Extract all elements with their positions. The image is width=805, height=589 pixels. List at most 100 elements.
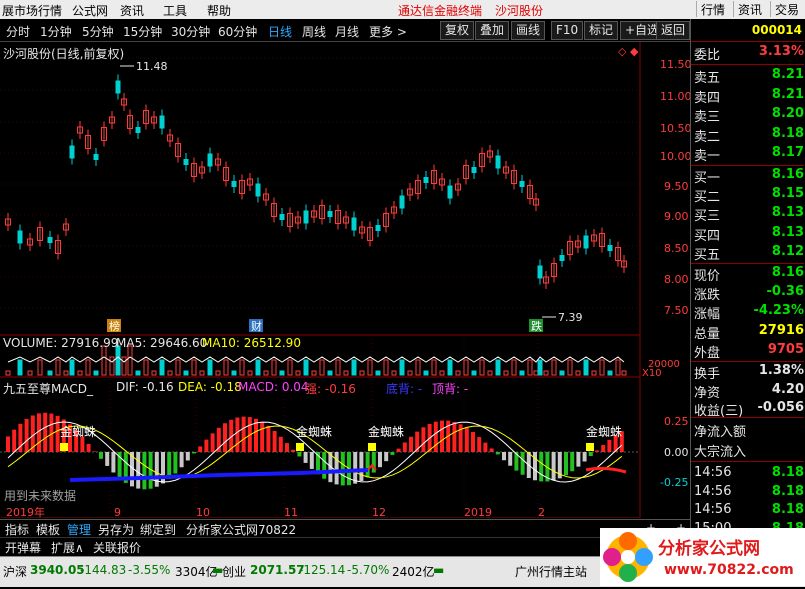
- quote-stat[interactable]: 涨幅 -4.23%: [691, 303, 804, 322]
- quote-stat-label: 换手: [694, 367, 721, 382]
- quote-stat-value: 8.16: [771, 265, 804, 280]
- macd-bar: [390, 452, 395, 455]
- mark-button[interactable]: 标记: [584, 21, 619, 40]
- menu-trade-button[interactable]: 交易: [770, 1, 803, 17]
- adjust-button[interactable]: 复权: [440, 21, 475, 40]
- volume-bar: [93, 370, 99, 376]
- sell-level[interactable]: 卖二 8.18: [691, 126, 804, 145]
- trade-tick[interactable]: 14:56 8.18: [691, 484, 804, 503]
- buy-level[interactable]: 买三 8.13: [691, 205, 804, 224]
- menu-quotes-button[interactable]: 行情: [696, 1, 729, 17]
- finance-badge-text: 财: [251, 319, 262, 333]
- menu-info-button[interactable]: 资讯: [733, 1, 766, 17]
- volume-bar: [271, 359, 277, 376]
- buy-level[interactable]: 买五 8.12: [691, 244, 804, 263]
- period-tab[interactable]: 5分钟: [82, 23, 114, 40]
- period-tab[interactable]: 60分钟: [218, 23, 257, 40]
- period-tab[interactable]: 月线: [335, 23, 359, 40]
- macd-bar: [86, 444, 91, 452]
- period-more-tab[interactable]: 更多 >: [369, 23, 407, 40]
- macd-bar: [43, 412, 48, 452]
- menu-tools[interactable]: 工具: [163, 2, 187, 19]
- period-tab[interactable]: 15分钟: [123, 23, 162, 40]
- tab-bind-to[interactable]: 绑定到: [140, 521, 176, 538]
- candle-down: [231, 181, 237, 187]
- macd-bar: [192, 452, 196, 454]
- volume-bar: [135, 370, 141, 376]
- kline-chart[interactable]: 11.48 7.39 榜 财 跌 11.50 11.00 10.50 10.00…: [0, 42, 690, 518]
- period-tab[interactable]: 分时: [6, 23, 30, 40]
- overlay-button[interactable]: 叠加: [475, 21, 510, 40]
- trade-tick[interactable]: 14:56 8.18: [691, 502, 804, 521]
- period-tab-active[interactable]: 日线: [268, 23, 292, 40]
- candle-down: [423, 177, 429, 183]
- macd-bar: [471, 432, 475, 452]
- quote-stat[interactable]: 换手 1.38%: [691, 363, 804, 382]
- watermark-logo: 分析家公式网 www.70822.com: [600, 528, 805, 586]
- trade-tick-label: 14:56: [694, 502, 732, 517]
- price-tick: 8.00: [664, 273, 689, 286]
- buy-level-label: 买五: [694, 247, 721, 263]
- period-tab[interactable]: 1分钟: [40, 23, 72, 40]
- buy-level[interactable]: 买二 8.15: [691, 186, 804, 205]
- tab-manage[interactable]: 管理: [67, 521, 91, 538]
- tab-template[interactable]: 模板: [36, 521, 60, 538]
- sell-level[interactable]: 卖三 8.20: [691, 106, 804, 125]
- sh-index-pct: -3.55%: [128, 563, 171, 577]
- tab-indicator[interactable]: 指标: [5, 521, 29, 538]
- date-tick: 9: [114, 506, 121, 518]
- period-tab[interactable]: 周线: [302, 23, 326, 40]
- macd-bar: [588, 452, 593, 457]
- menu-market[interactable]: 展市场行情: [2, 2, 62, 19]
- macd-bar: [92, 451, 97, 452]
- quote-stat[interactable]: 总量 27916: [691, 323, 804, 342]
- tab-formula-site[interactable]: 分析家公式网70822: [186, 521, 296, 538]
- diamond-icon[interactable]: ◇ ◆: [618, 45, 638, 58]
- price-tick: 10.50: [660, 122, 690, 135]
- candle-down: [207, 153, 213, 167]
- sell-level-value: 8.18: [771, 125, 804, 141]
- trade-tick-value: 8.18: [771, 502, 804, 517]
- candle-down: [183, 159, 189, 165]
- buy-level[interactable]: 买一 8.16: [691, 167, 804, 186]
- watermark-title: 分析家公式网: [658, 539, 760, 559]
- menu-formula-site[interactable]: 公式网: [72, 2, 108, 19]
- draw-line-button[interactable]: 画线: [511, 21, 546, 40]
- menu-news[interactable]: 资讯: [120, 2, 144, 19]
- signal-label: 金蜘蛛: [586, 424, 622, 439]
- broker-server[interactable]: 广州行情主站: [515, 563, 587, 580]
- volume-bar: [621, 370, 627, 376]
- period-tab[interactable]: 30分钟: [171, 23, 210, 40]
- buy-level[interactable]: 买四 8.13: [691, 225, 804, 244]
- menu-help[interactable]: 帮助: [207, 2, 231, 19]
- tab-save-as[interactable]: 另存为: [98, 521, 134, 538]
- macd-bar: [353, 452, 358, 484]
- macd-bar: [359, 452, 364, 481]
- macd-bar: [334, 452, 339, 485]
- tab-danmaku[interactable]: 开弹幕: [5, 539, 41, 556]
- tab-linked-quotes[interactable]: 关联报价: [93, 539, 141, 556]
- quote-stat[interactable]: 外盘 9705: [691, 342, 804, 361]
- f10-button[interactable]: F10: [551, 21, 584, 40]
- sell-level[interactable]: 卖五 8.21: [691, 67, 804, 86]
- cy-index-value: 2071.57: [250, 563, 305, 577]
- candle-down: [495, 155, 501, 169]
- sell-level[interactable]: 卖一 8.17: [691, 145, 804, 164]
- volume-bar: [207, 359, 213, 376]
- quote-stat[interactable]: 现价 8.16: [691, 265, 804, 284]
- sell-level[interactable]: 卖四 8.21: [691, 87, 804, 106]
- quote-stat[interactable]: 净资 4.20: [691, 382, 804, 401]
- trade-tick[interactable]: 14:56 8.18: [691, 465, 804, 484]
- volume-bar: [391, 370, 397, 376]
- trade-tick-value: 8.18: [771, 465, 804, 480]
- back-button[interactable]: 返回: [656, 21, 690, 40]
- signal-label: 金蜘蛛: [60, 424, 96, 439]
- indicator-name[interactable]: 九五至尊MACD_: [3, 380, 93, 397]
- signal-label: 金蜘蛛: [296, 424, 332, 439]
- volume-bar: [511, 359, 517, 376]
- signal-marker: [60, 443, 68, 451]
- macd-bar: [223, 423, 227, 452]
- tab-expand[interactable]: 扩展∧: [51, 539, 84, 556]
- candle-down: [47, 237, 53, 243]
- quote-stat[interactable]: 涨跌 -0.36: [691, 284, 804, 303]
